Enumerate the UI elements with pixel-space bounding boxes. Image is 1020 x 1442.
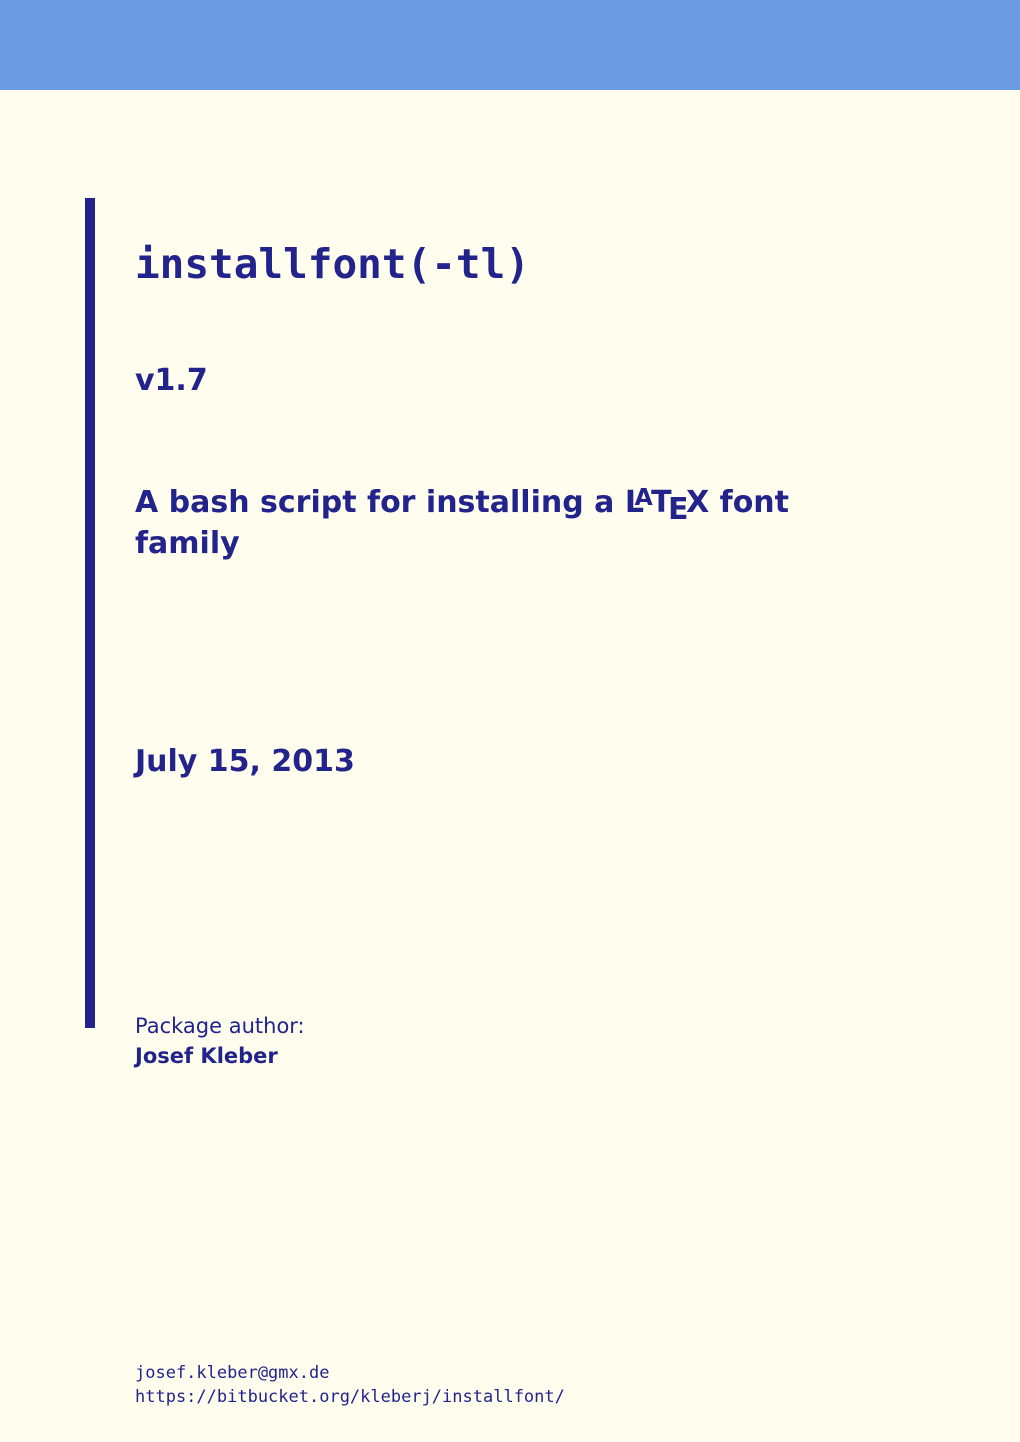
author-name: Josef Kleber — [135, 1044, 935, 1068]
subtitle-pre: A bash script for installing a — [135, 485, 625, 520]
version-label: v1.7 — [135, 363, 935, 398]
document-subtitle: A bash script for installing a LATEX fon… — [135, 483, 875, 564]
vertical-rule — [85, 198, 95, 1028]
latex-e: E — [668, 492, 689, 527]
document-date: July 15, 2013 — [135, 744, 935, 779]
author-label: Package author: — [135, 1014, 935, 1038]
content-wrapper: installfont(-tl) v1.7 A bash script for … — [85, 198, 935, 1442]
title-block: installfont(-tl) v1.7 A bash script for … — [135, 198, 935, 1068]
footer-url: https://bitbucket.org/kleberj/installfon… — [135, 1386, 565, 1410]
author-block: Package author: Josef Kleber — [135, 1014, 935, 1068]
footer-email: josef.kleber@gmx.de — [135, 1362, 565, 1386]
top-banner — [0, 0, 1020, 90]
latex-a: A — [635, 483, 653, 511]
footer: josef.kleber@gmx.de https://bitbucket.or… — [135, 1362, 565, 1410]
latex-x: X — [686, 485, 709, 520]
document-title: installfont(-tl) — [135, 198, 935, 288]
